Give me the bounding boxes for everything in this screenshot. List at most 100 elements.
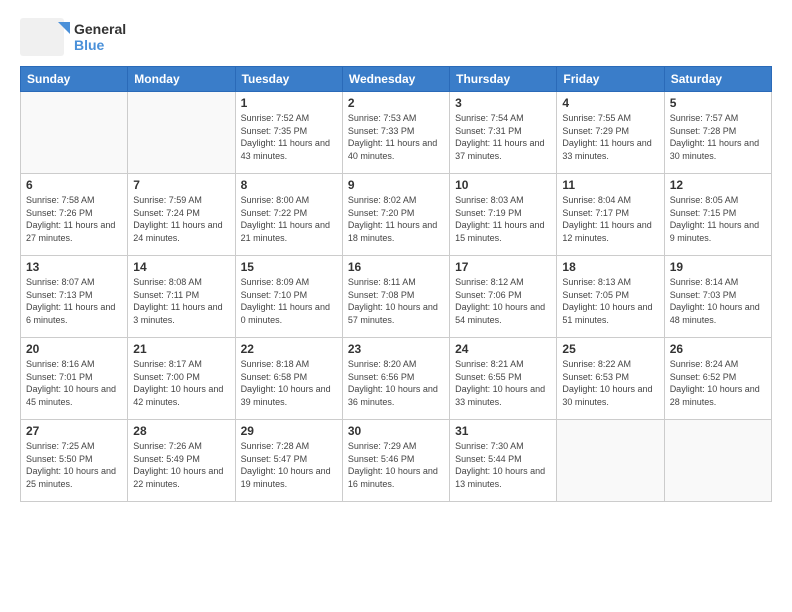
calendar-cell: 19 Sunrise: 8:14 AMSunset: 7:03 PMDayligh… xyxy=(664,256,771,338)
calendar-week-row: 13 Sunrise: 8:07 AMSunset: 7:13 PMDayligh… xyxy=(21,256,772,338)
calendar-cell: 29 Sunrise: 7:28 AMSunset: 5:47 PMDayligh… xyxy=(235,420,342,502)
day-number: 2 xyxy=(348,96,444,110)
day-info: Sunrise: 7:26 AMSunset: 5:49 PMDaylight:… xyxy=(133,440,229,490)
calendar-cell: 6Sunrise: 7:58 AMSunset: 7:26 PMDaylight… xyxy=(21,174,128,256)
day-info: Sunrise: 8:13 AMSunset: 7:05 PMDaylight:… xyxy=(562,276,658,326)
day-info: Sunrise: 8:09 AMSunset: 7:10 PMDaylight:… xyxy=(241,276,337,326)
calendar-cell: 25 Sunrise: 8:22 AMSunset: 6:53 PMDayligh… xyxy=(557,338,664,420)
day-number: 16 xyxy=(348,260,444,274)
calendar-cell xyxy=(664,420,771,502)
day-number: 1 xyxy=(241,96,337,110)
day-info: Sunrise: 7:59 AMSunset: 7:24 PMDaylight:… xyxy=(133,194,229,244)
calendar-week-row: 20Sunrise: 8:16 AMSunset: 7:01 PMDayligh… xyxy=(21,338,772,420)
day-number: 29 xyxy=(241,424,337,438)
calendar-cell: 26 Sunrise: 8:24 AMSunset: 6:52 PMDayligh… xyxy=(664,338,771,420)
day-info: Sunrise: 7:53 AMSunset: 7:33 PMDaylight:… xyxy=(348,112,444,162)
day-info: Sunrise: 8:05 AMSunset: 7:15 PMDaylight:… xyxy=(670,194,766,244)
day-info: Sunrise: 7:54 AMSunset: 7:31 PMDaylight:… xyxy=(455,112,551,162)
day-info: Sunrise: 7:55 AMSunset: 7:29 PMDaylight:… xyxy=(562,112,658,162)
calendar-cell: 16 Sunrise: 8:11 AMSunset: 7:08 PMDayligh… xyxy=(342,256,449,338)
calendar-cell: 7Sunrise: 7:59 AMSunset: 7:24 PMDaylight… xyxy=(128,174,235,256)
day-info: Sunrise: 7:25 AMSunset: 5:50 PMDaylight:… xyxy=(26,440,122,490)
weekday-header-saturday: Saturday xyxy=(664,67,771,92)
calendar-cell: 11Sunrise: 8:04 AMSunset: 7:17 PMDayligh… xyxy=(557,174,664,256)
day-info: Sunrise: 7:58 AMSunset: 7:26 PMDaylight:… xyxy=(26,194,122,244)
day-info: Sunrise: 8:08 AMSunset: 7:11 PMDaylight:… xyxy=(133,276,229,326)
day-number: 9 xyxy=(348,178,444,192)
calendar-week-row: 6Sunrise: 7:58 AMSunset: 7:26 PMDaylight… xyxy=(21,174,772,256)
calendar-cell xyxy=(21,92,128,174)
calendar-cell: 2 Sunrise: 7:53 AMSunset: 7:33 PMDaylight… xyxy=(342,92,449,174)
day-info: Sunrise: 8:18 AMSunset: 6:58 PMDaylight:… xyxy=(241,358,337,408)
weekday-header-monday: Monday xyxy=(128,67,235,92)
calendar-cell: 14 Sunrise: 8:08 AMSunset: 7:11 PMDayligh… xyxy=(128,256,235,338)
calendar-week-row: 1 Sunrise: 7:52 AMSunset: 7:35 PMDaylight… xyxy=(21,92,772,174)
calendar-cell: 22 Sunrise: 8:18 AMSunset: 6:58 PMDayligh… xyxy=(235,338,342,420)
day-info: Sunrise: 8:24 AMSunset: 6:52 PMDaylight:… xyxy=(670,358,766,408)
day-number: 26 xyxy=(670,342,766,356)
day-number: 20 xyxy=(26,342,122,356)
day-info: Sunrise: 7:52 AMSunset: 7:35 PMDaylight:… xyxy=(241,112,337,162)
day-info: Sunrise: 7:29 AMSunset: 5:46 PMDaylight:… xyxy=(348,440,444,490)
day-number: 15 xyxy=(241,260,337,274)
day-info: Sunrise: 7:28 AMSunset: 5:47 PMDaylight:… xyxy=(241,440,337,490)
day-number: 17 xyxy=(455,260,551,274)
day-info: Sunrise: 8:00 AMSunset: 7:22 PMDaylight:… xyxy=(241,194,337,244)
calendar-cell: 24 Sunrise: 8:21 AMSunset: 6:55 PMDayligh… xyxy=(450,338,557,420)
day-number: 25 xyxy=(562,342,658,356)
calendar-cell: 5 Sunrise: 7:57 AMSunset: 7:28 PMDaylight… xyxy=(664,92,771,174)
day-info: Sunrise: 8:22 AMSunset: 6:53 PMDaylight:… xyxy=(562,358,658,408)
day-number: 24 xyxy=(455,342,551,356)
calendar-cell: 15 Sunrise: 8:09 AMSunset: 7:10 PMDayligh… xyxy=(235,256,342,338)
day-number: 3 xyxy=(455,96,551,110)
day-number: 14 xyxy=(133,260,229,274)
day-info: Sunrise: 7:57 AMSunset: 7:28 PMDaylight:… xyxy=(670,112,766,162)
day-info: Sunrise: 8:02 AMSunset: 7:20 PMDaylight:… xyxy=(348,194,444,244)
calendar-cell: 8 Sunrise: 8:00 AMSunset: 7:22 PMDaylight… xyxy=(235,174,342,256)
day-info: Sunrise: 8:07 AMSunset: 7:13 PMDaylight:… xyxy=(26,276,122,326)
logo-svg xyxy=(20,18,70,56)
logo-blue: Blue xyxy=(74,37,126,53)
calendar-cell: 17 Sunrise: 8:12 AMSunset: 7:06 PMDayligh… xyxy=(450,256,557,338)
day-number: 31 xyxy=(455,424,551,438)
day-info: Sunrise: 8:12 AMSunset: 7:06 PMDaylight:… xyxy=(455,276,551,326)
calendar-cell: 27Sunrise: 7:25 AMSunset: 5:50 PMDayligh… xyxy=(21,420,128,502)
day-info: Sunrise: 8:04 AMSunset: 7:17 PMDaylight:… xyxy=(562,194,658,244)
day-number: 21 xyxy=(133,342,229,356)
day-number: 22 xyxy=(241,342,337,356)
logo: GeneralBlue xyxy=(20,18,126,56)
day-number: 30 xyxy=(348,424,444,438)
calendar-cell: 10Sunrise: 8:03 AMSunset: 7:19 PMDayligh… xyxy=(450,174,557,256)
calendar-cell: 20Sunrise: 8:16 AMSunset: 7:01 PMDayligh… xyxy=(21,338,128,420)
header: GeneralBlue xyxy=(20,18,772,56)
calendar-cell: 13 Sunrise: 8:07 AMSunset: 7:13 PMDayligh… xyxy=(21,256,128,338)
day-number: 4 xyxy=(562,96,658,110)
calendar-table: SundayMondayTuesdayWednesdayThursdayFrid… xyxy=(20,66,772,502)
day-number: 10 xyxy=(455,178,551,192)
weekday-header-wednesday: Wednesday xyxy=(342,67,449,92)
day-number: 12 xyxy=(670,178,766,192)
calendar-cell: 12 Sunrise: 8:05 AMSunset: 7:15 PMDayligh… xyxy=(664,174,771,256)
calendar-cell: 1 Sunrise: 7:52 AMSunset: 7:35 PMDaylight… xyxy=(235,92,342,174)
day-number: 28 xyxy=(133,424,229,438)
weekday-header-tuesday: Tuesday xyxy=(235,67,342,92)
calendar-body: 1 Sunrise: 7:52 AMSunset: 7:35 PMDaylight… xyxy=(21,92,772,502)
day-number: 8 xyxy=(241,178,337,192)
calendar-week-row: 27Sunrise: 7:25 AMSunset: 5:50 PMDayligh… xyxy=(21,420,772,502)
day-info: Sunrise: 8:14 AMSunset: 7:03 PMDaylight:… xyxy=(670,276,766,326)
weekday-header-thursday: Thursday xyxy=(450,67,557,92)
day-info: Sunrise: 8:11 AMSunset: 7:08 PMDaylight:… xyxy=(348,276,444,326)
day-info: Sunrise: 8:17 AMSunset: 7:00 PMDaylight:… xyxy=(133,358,229,408)
day-number: 13 xyxy=(26,260,122,274)
day-info: Sunrise: 8:21 AMSunset: 6:55 PMDaylight:… xyxy=(455,358,551,408)
day-number: 5 xyxy=(670,96,766,110)
calendar-cell: 30 Sunrise: 7:29 AMSunset: 5:46 PMDayligh… xyxy=(342,420,449,502)
page: GeneralBlue SundayMondayTuesdayWednesday… xyxy=(0,0,792,612)
calendar-cell: 31 Sunrise: 7:30 AMSunset: 5:44 PMDayligh… xyxy=(450,420,557,502)
day-info: Sunrise: 8:20 AMSunset: 6:56 PMDaylight:… xyxy=(348,358,444,408)
day-number: 19 xyxy=(670,260,766,274)
logo-general: General xyxy=(74,21,126,37)
day-info: Sunrise: 7:30 AMSunset: 5:44 PMDaylight:… xyxy=(455,440,551,490)
calendar-cell: 28 Sunrise: 7:26 AMSunset: 5:49 PMDayligh… xyxy=(128,420,235,502)
calendar-cell: 4 Sunrise: 7:55 AMSunset: 7:29 PMDaylight… xyxy=(557,92,664,174)
